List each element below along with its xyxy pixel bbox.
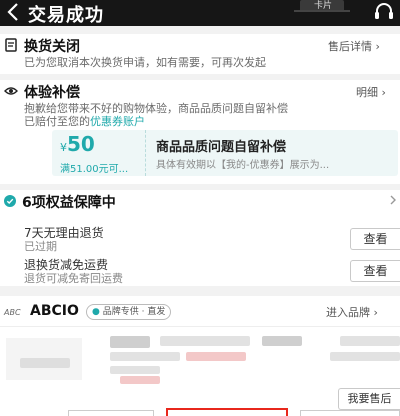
- guarantee-row-sub: 已过期: [24, 240, 57, 253]
- enter-brand-link[interactable]: 进入品牌 ›: [326, 304, 378, 320]
- coupon-amount-value: 50: [67, 132, 95, 156]
- divider: [0, 326, 400, 327]
- back-arrow-icon[interactable]: [4, 0, 24, 24]
- aftersale-details-link[interactable]: 售后详情 ›: [328, 38, 380, 54]
- customer-service-icon[interactable]: [372, 0, 396, 24]
- guarantee-card: 6项权益保障中 7天无理由退货 已过期 查看 退换货减免运费 退货可减免寄回运费…: [0, 190, 400, 286]
- header-card-badge: 卡片: [294, 0, 350, 12]
- view-shipping-policy-button[interactable]: 查看: [350, 260, 400, 282]
- bottom-action-button[interactable]: [300, 410, 400, 416]
- product-image[interactable]: [6, 338, 82, 380]
- guarantee-row-sub: 退货可减免寄回运费: [24, 272, 123, 285]
- view-return-policy-button[interactable]: 查看: [350, 228, 400, 250]
- document-icon: [5, 38, 17, 52]
- highlighted-action-button[interactable]: [166, 408, 288, 416]
- brand-tag: ● 品牌专供 · 直发: [86, 304, 172, 320]
- eye-icon: [4, 87, 18, 95]
- brand-tag-text: 品牌专供 · 直发: [102, 307, 166, 317]
- redacted-product-name: [160, 336, 250, 346]
- compensation-title: 体验补偿: [24, 85, 80, 101]
- coupon-title: 商品品质问题自留补偿: [156, 140, 287, 155]
- verified-icon: ●: [92, 307, 100, 317]
- coupon-account-link[interactable]: 优惠券账户: [90, 115, 145, 128]
- brand-logo: ABC: [4, 308, 21, 317]
- compensation-card: 体验补偿 明细 › 抱歉给您带来不好的购物体验，商品品质问题自留补偿 已赔付至您…: [0, 80, 400, 184]
- chevron-right-icon[interactable]: [388, 194, 398, 206]
- guarantee-title: 6项权益保障中: [22, 195, 116, 211]
- redacted-price: [340, 336, 400, 346]
- redacted-product-name: [262, 336, 302, 346]
- coupon-desc: 具体有效期以【我的-优惠券】展示为...: [156, 160, 330, 171]
- compensation-desc-prefix: 已赔付至您的: [24, 115, 90, 128]
- redacted-product-spec: [186, 352, 246, 361]
- coupon-card[interactable]: ¥50 满51.00元可... 商品品质问题自留补偿 具体有效期以【我的-优惠券…: [52, 130, 398, 176]
- exchange-status-title: 换货关闭: [24, 39, 80, 55]
- redacted-quantity: [330, 352, 400, 361]
- header-badge-text: 卡片: [314, 1, 333, 11]
- redacted-product-spec: [110, 366, 160, 374]
- brand-name[interactable]: ABCIO: [30, 303, 79, 319]
- exchange-status-subtitle: 已为您取消本次换货申请，如有需要，可再次发起: [24, 56, 266, 69]
- shield-icon: [4, 195, 16, 207]
- compensation-details-link[interactable]: 明细 ›: [356, 84, 386, 100]
- request-aftersale-button[interactable]: 我要售后: [338, 388, 400, 410]
- redacted-product-tag: [120, 376, 160, 384]
- compensation-desc-2: 已赔付至您的优惠券账户: [24, 113, 145, 129]
- exchange-status-card[interactable]: 换货关闭 售后详情 › 已为您取消本次换货申请，如有需要，可再次发起: [0, 34, 400, 74]
- coupon-currency: ¥: [60, 141, 67, 154]
- page-title: 交易成功: [28, 5, 104, 26]
- coupon-value-area: ¥50 满51.00元可...: [52, 130, 146, 176]
- coupon-amount: ¥50: [60, 132, 95, 156]
- bottom-action-button[interactable]: [68, 410, 154, 416]
- top-nav-bar: 交易成功 卡片: [0, 0, 400, 26]
- redacted-product-spec: [110, 352, 180, 361]
- redacted-product-name: [110, 336, 150, 348]
- order-product-card: ABC ABCIO ● 品牌专供 · 直发 进入品牌 › 我要售后: [0, 296, 400, 416]
- coupon-condition: 满51.00元可...: [60, 164, 129, 175]
